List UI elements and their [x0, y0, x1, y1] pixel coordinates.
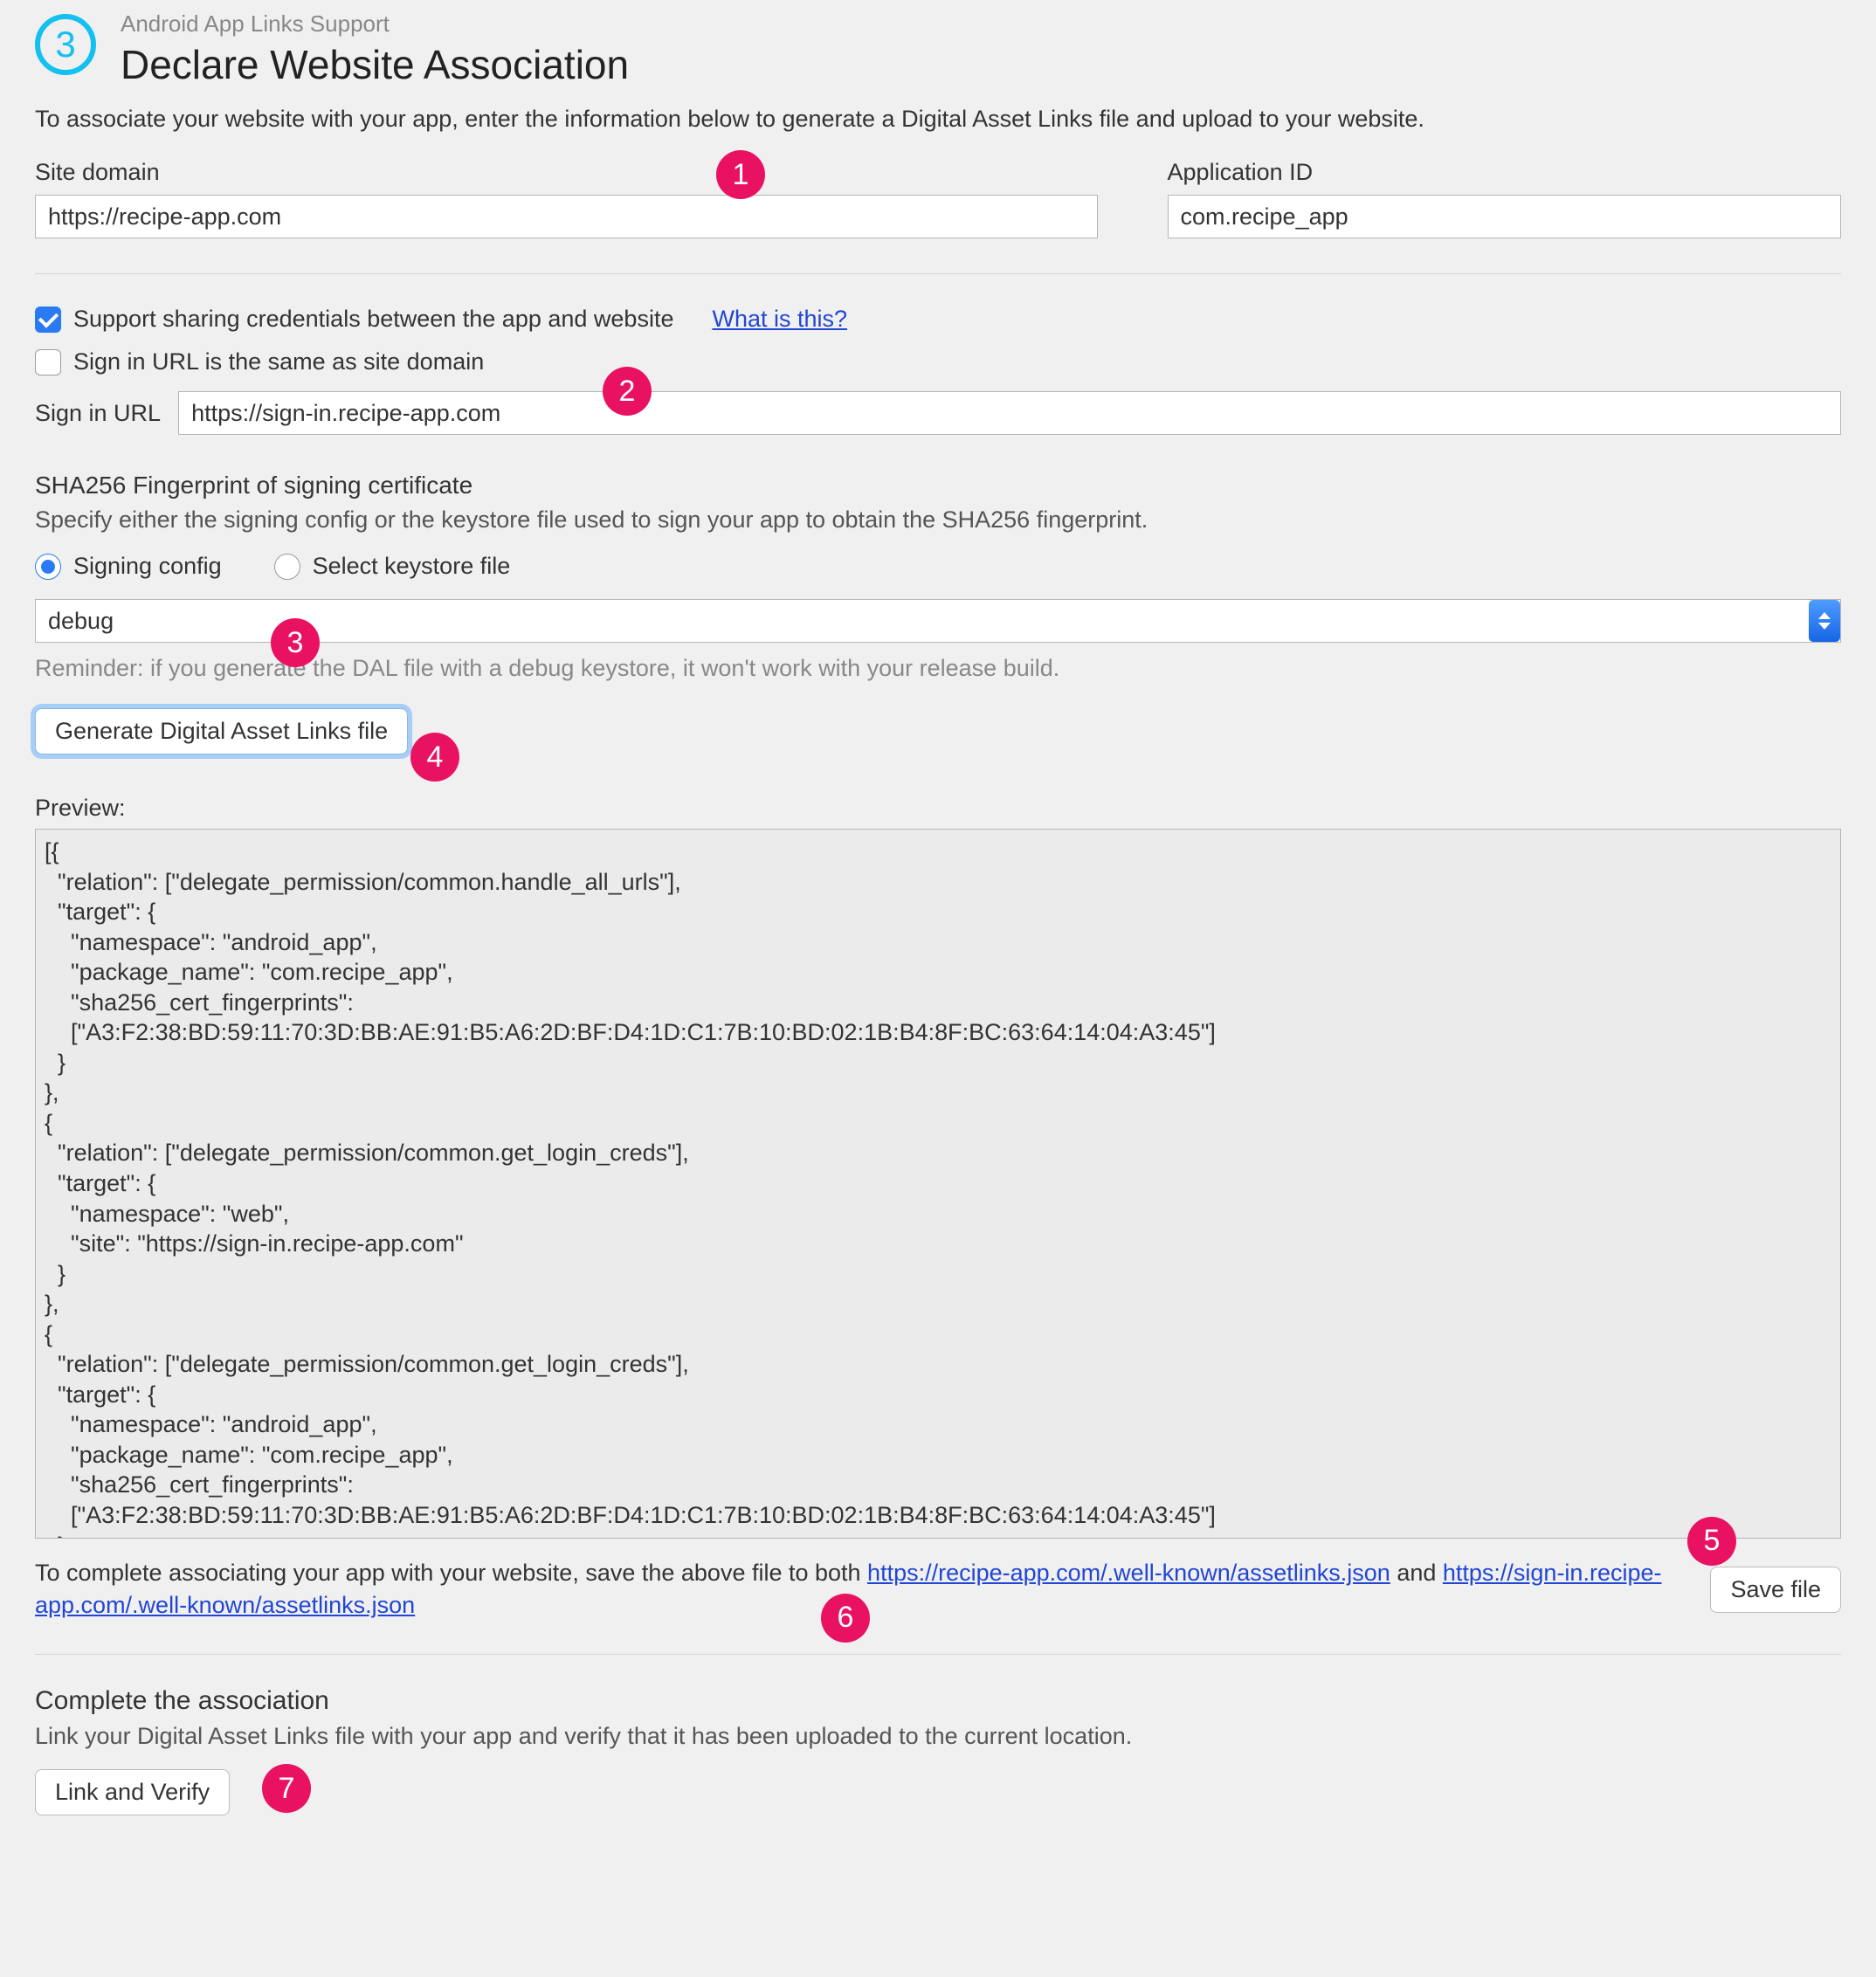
signing-config-radio-label: Signing config: [73, 553, 222, 580]
signing-config-value: debug: [48, 608, 114, 635]
preview-textarea[interactable]: [35, 829, 1841, 1539]
callout-4: 4: [410, 733, 459, 782]
select-keystore-radio-label: Select keystore file: [313, 553, 511, 580]
intro-text: To associate your website with your app,…: [35, 106, 1841, 133]
support-sharing-label: Support sharing credentials between the …: [73, 306, 673, 333]
reminder-text: Reminder: if you generate the DAL file w…: [35, 655, 1841, 682]
divider-2: [35, 1654, 1841, 1655]
sign-in-url-label: Sign in URL: [35, 400, 161, 427]
preview-label: Preview:: [35, 795, 1841, 822]
sha256-helper: Specify either the signing config or the…: [35, 506, 1841, 534]
page-title: Declare Website Association: [121, 41, 629, 88]
support-sharing-checkbox[interactable]: [35, 307, 61, 333]
application-id-input[interactable]: [1168, 195, 1841, 238]
assetlinks-url-1[interactable]: https://recipe-app.com/.well-known/asset…: [867, 1560, 1390, 1586]
sign-in-url-input[interactable]: [178, 391, 1841, 435]
signing-config-radio[interactable]: Signing config: [35, 553, 222, 580]
save-instructions-text: To complete associating your app with yo…: [35, 1557, 1689, 1623]
what-is-this-link[interactable]: What is this?: [712, 306, 847, 333]
complete-association-desc: Link your Digital Asset Links file with …: [35, 1723, 1841, 1750]
step-number-badge: 3: [35, 14, 96, 75]
signing-config-select[interactable]: debug: [35, 599, 1841, 643]
sha256-title: SHA256 Fingerprint of signing certificat…: [35, 472, 1841, 499]
callout-7: 7: [262, 1764, 311, 1813]
site-domain-input[interactable]: [35, 195, 1098, 238]
select-arrows-icon[interactable]: [1809, 600, 1840, 642]
link-and-verify-button[interactable]: Link and Verify: [35, 1769, 230, 1815]
same-as-domain-checkbox[interactable]: [35, 349, 61, 375]
select-keystore-radio[interactable]: Select keystore file: [274, 553, 511, 580]
application-id-label: Application ID: [1168, 159, 1841, 186]
generate-dal-button[interactable]: Generate Digital Asset Links file: [35, 708, 408, 754]
wizard-subtitle: Android App Links Support: [121, 10, 629, 38]
complete-association-title: Complete the association: [35, 1686, 1841, 1716]
save-file-button[interactable]: Save file: [1710, 1567, 1841, 1613]
divider: [35, 273, 1841, 274]
site-domain-label: Site domain: [35, 159, 1098, 186]
same-as-domain-label: Sign in URL is the same as site domain: [73, 348, 484, 375]
